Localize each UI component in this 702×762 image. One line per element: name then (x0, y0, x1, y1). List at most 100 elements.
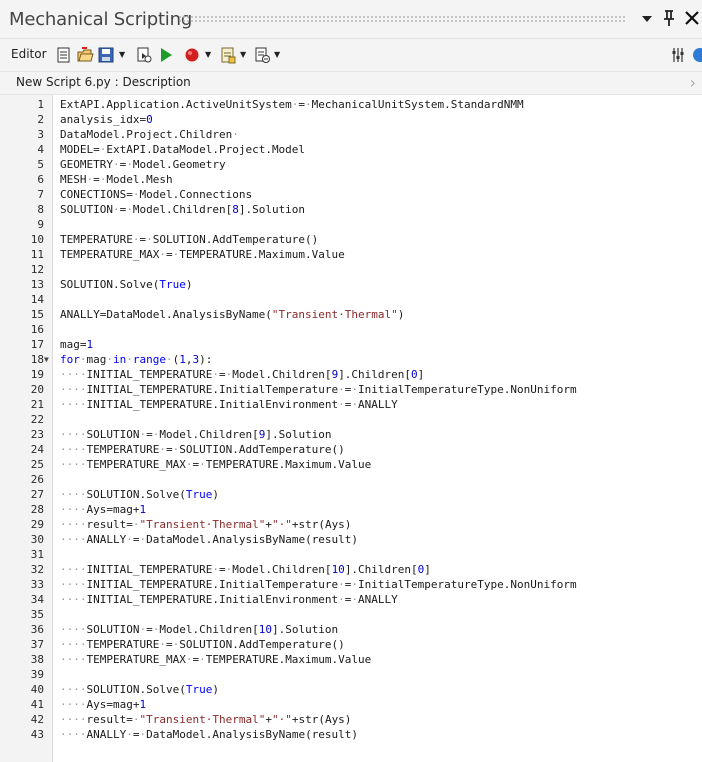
save-icon[interactable] (98, 46, 114, 64)
code-token: , (185, 353, 193, 366)
code-line[interactable]: 35 (0, 607, 702, 622)
code-token: ) (212, 683, 219, 696)
code-line[interactable]: 30 ····ANALLY·=·DataModel.AnalysisByName(… (0, 532, 702, 547)
code-line[interactable]: 37 ····TEMPERATURE·=·SOLUTION.AddTemperat… (0, 637, 702, 652)
code-token: ].Solution (265, 428, 332, 441)
code-line[interactable]: 9 (0, 217, 702, 232)
code-line[interactable]: 16 (0, 322, 702, 337)
code-token: = (132, 533, 140, 546)
code-line[interactable]: 6 MESH·=·Model.Mesh (0, 172, 702, 187)
code-text: ····result=·"Transient·Thermal"+"·"+str(… (60, 712, 351, 727)
code-line[interactable]: 23 ····SOLUTION·=·Model.Children[9].Solut… (0, 427, 702, 442)
code-text: ····TEMPERATURE·=·SOLUTION.AddTemperatur… (60, 442, 345, 457)
code-line[interactable]: 2 analysis_idx=0 (0, 112, 702, 127)
code-line[interactable]: 34 ····INITIAL_TEMPERATURE.InitialEnviron… (0, 592, 702, 607)
code-token: SOLUTION.Solve( (86, 488, 186, 501)
code-token: InitialTemperatureType.NonUniform (358, 578, 577, 591)
code-text: ····INITIAL_TEMPERATURE.InitialEnvironme… (60, 592, 398, 607)
breakpoint-dropdown-arrow-icon[interactable]: ▼ (274, 46, 280, 64)
code-line[interactable]: 4 MODEL=·ExtAPI.DataModel.Project.Model (0, 142, 702, 157)
code-token: SOLUTION (86, 428, 140, 441)
code-line[interactable]: 31 (0, 547, 702, 562)
code-token: ···· (60, 578, 87, 591)
code-line[interactable]: 22 (0, 412, 702, 427)
code-text: ····Ays=mag+1 (60, 697, 146, 712)
code-line[interactable]: 38 ····TEMPERATURE_MAX·=·TEMPERATURE.Maxi… (0, 652, 702, 667)
code-token: ···· (60, 638, 87, 651)
settings-icon[interactable] (671, 46, 685, 64)
code-line[interactable]: 39 (0, 667, 702, 682)
code-line[interactable]: 43 ····ANALLY·=·DataModel.AnalysisByName(… (0, 727, 702, 742)
code-line[interactable]: 21 ····INITIAL_TEMPERATURE.InitialEnviron… (0, 397, 702, 412)
run-icon[interactable] (158, 46, 174, 64)
help-icon[interactable] (692, 46, 702, 64)
code-token: + (265, 518, 272, 531)
code-token: DataModel.AnalysisByName(result) (146, 728, 359, 741)
code-line[interactable]: 12 (0, 262, 702, 277)
code-token: ···· (60, 653, 87, 666)
line-number: 13 (30, 278, 44, 291)
code-text: ····INITIAL_TEMPERATURE.InitialTemperatu… (60, 382, 577, 397)
code-line[interactable]: 13 SOLUTION.Solve(True) (0, 277, 702, 292)
code-token: InitialTemperatureType.NonUniform (358, 383, 577, 396)
code-text: ····Ays=mag+1 (60, 502, 146, 517)
code-line[interactable]: 20 ····INITIAL_TEMPERATURE.InitialTempera… (0, 382, 702, 397)
code-line[interactable]: 24 ····TEMPERATURE·=·SOLUTION.AddTemperat… (0, 442, 702, 457)
code-line[interactable]: 42 ····result=·"Transient·Thermal"+"·"+st… (0, 712, 702, 727)
code-line[interactable]: 26 (0, 472, 702, 487)
code-line[interactable]: 25 ····TEMPERATURE_MAX·=·TEMPERATURE.Maxi… (0, 457, 702, 472)
code-line[interactable]: 18 ▼ for·mag·in·range·(1,3): (0, 352, 702, 367)
line-number: 12 (30, 263, 44, 276)
line-number: 2 (37, 113, 44, 126)
code-line[interactable]: 40 ····SOLUTION.Solve(True) (0, 682, 702, 697)
code-token: Ays=mag+ (86, 503, 140, 516)
code-line[interactable]: 19 ····INITIAL_TEMPERATURE·=·Model.Childr… (0, 367, 702, 382)
code-text: MODEL=·ExtAPI.DataModel.Project.Model (60, 142, 305, 157)
code-editor[interactable]: 1 ExtAPI.Application.ActiveUnitSystem·=·M… (0, 95, 702, 762)
code-line[interactable]: 27 ····SOLUTION.Solve(True) (0, 487, 702, 502)
code-line[interactable]: 3 DataModel.Project.Children· (0, 127, 702, 142)
code-token: + (265, 713, 272, 726)
dropdown-arrow-icon[interactable] (638, 8, 656, 28)
code-line[interactable]: 17 mag=1 (0, 337, 702, 352)
fold-toggle-icon[interactable]: ▼ (44, 352, 49, 367)
code-token: True (185, 683, 213, 696)
code-line[interactable]: 33 ····INITIAL_TEMPERATURE.InitialTempera… (0, 577, 702, 592)
code-line[interactable]: 15 ANALLY=DataModel.AnalysisByName("Trans… (0, 307, 702, 322)
code-line[interactable]: 7 CONECTIONS=·Model.Connections (0, 187, 702, 202)
code-token: "·" (271, 713, 292, 726)
code-text: ····SOLUTION·=·Model.Children[9].Solutio… (60, 427, 332, 442)
pin-icon[interactable] (660, 8, 678, 28)
code-line[interactable]: 29 ····result=·"Transient·Thermal"+"·"+st… (0, 517, 702, 532)
code-line[interactable]: 28 ····Ays=mag+1 (0, 502, 702, 517)
code-line[interactable]: 5 GEOMETRY·=·Model.Geometry (0, 157, 702, 172)
code-line[interactable]: 14 (0, 292, 702, 307)
close-icon[interactable] (683, 8, 701, 28)
save-dropdown-arrow-icon[interactable]: ▼ (119, 46, 125, 64)
code-line[interactable]: 1 ExtAPI.Application.ActiveUnitSystem·=·M… (0, 97, 702, 112)
insert-icon[interactable] (220, 46, 236, 64)
drag-grip[interactable] (178, 15, 626, 23)
code-token: 10 (331, 563, 345, 576)
code-token: ···· (60, 623, 87, 636)
code-token: 10 (258, 623, 272, 636)
snippets-icon[interactable] (136, 46, 152, 64)
code-line[interactable]: 32 ····INITIAL_TEMPERATURE·=·Model.Childr… (0, 562, 702, 577)
code-token: = (146, 428, 153, 441)
open-icon[interactable] (76, 46, 94, 64)
code-line[interactable]: 8 SOLUTION·=·Model.Children[8].Solution (0, 202, 702, 217)
breakpoint-icon[interactable] (254, 46, 272, 64)
code-token: · (106, 353, 113, 366)
record-icon[interactable] (184, 46, 200, 64)
chevron-right-icon[interactable]: › (690, 73, 696, 92)
code-token: CONECTIONS= (60, 188, 133, 201)
code-token: TEMPERATURE.Maximum.Value (205, 653, 372, 666)
code-line[interactable]: 36 ····SOLUTION·=·Model.Children[10].Solu… (0, 622, 702, 637)
insert-dropdown-arrow-icon[interactable]: ▼ (240, 46, 246, 64)
new-script-icon[interactable] (56, 46, 72, 64)
code-line[interactable]: 41 ····Ays=mag+1 (0, 697, 702, 712)
code-line[interactable]: 11 TEMPERATURE_MAX·=·TEMPERATURE.Maximum.… (0, 247, 702, 262)
code-line[interactable]: 10 TEMPERATURE·=·SOLUTION.AddTemperature(… (0, 232, 702, 247)
record-dropdown-arrow-icon[interactable]: ▼ (205, 46, 211, 64)
code-token: GEOMETRY (60, 158, 113, 171)
